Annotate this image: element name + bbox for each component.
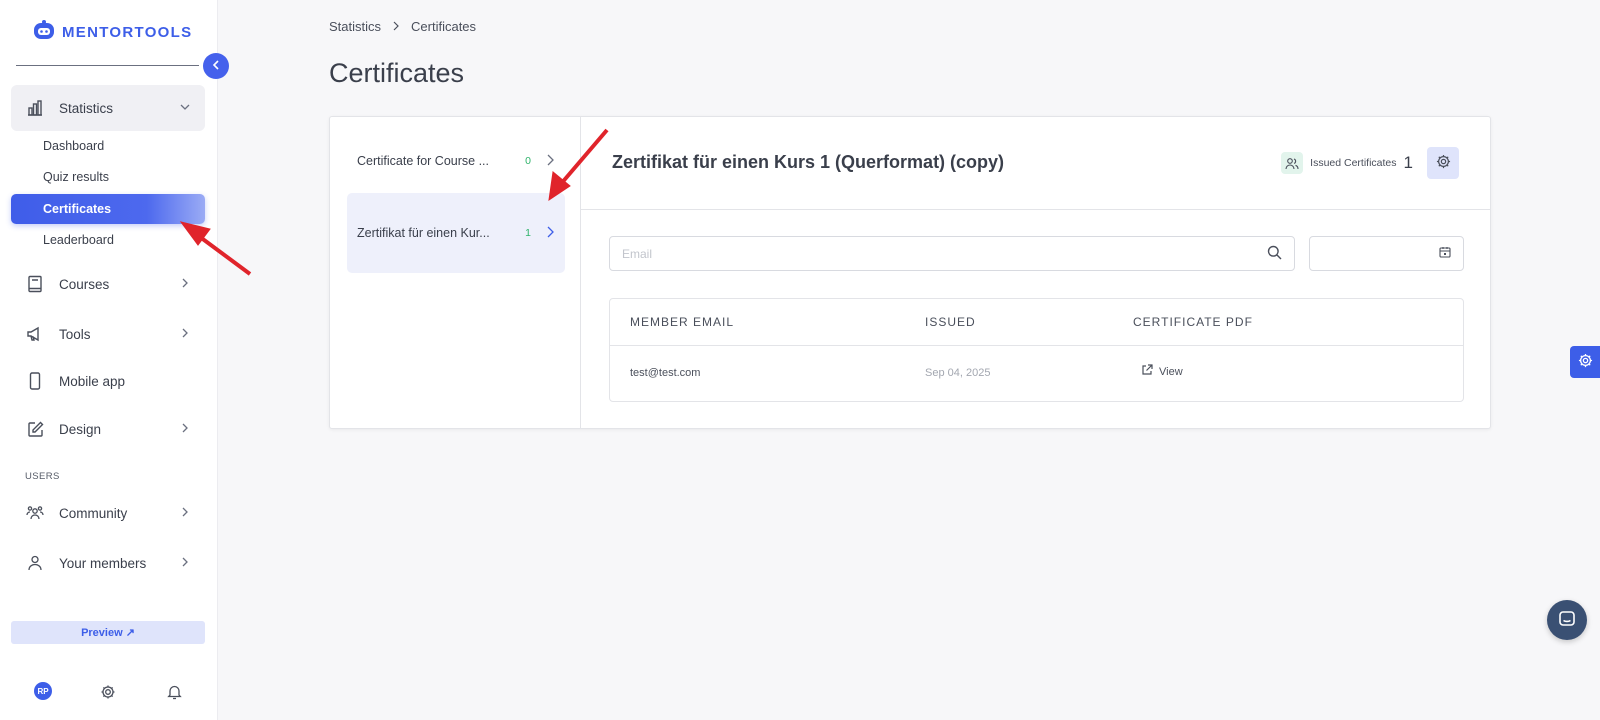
breadcrumb: Statistics Certificates: [329, 19, 476, 34]
certificate-name: Zertifikat für einen Kur...: [357, 226, 490, 240]
settings-gear-icon[interactable]: [98, 682, 118, 702]
user-icon: [25, 553, 45, 573]
certificate-name: Certificate for Course ...: [357, 154, 489, 168]
issued-certificates-count: 1: [1403, 153, 1413, 172]
issued-date-cell: Sep 04, 2025: [925, 367, 991, 379]
calendar-icon: [1439, 246, 1451, 261]
column-header-member-email: MEMBER EMAIL: [630, 315, 735, 329]
certificate-list-item[interactable]: Certificate for Course ... 0: [347, 121, 565, 201]
preview-button[interactable]: Preview ↗: [11, 621, 205, 644]
chevron-right-icon: [391, 19, 401, 34]
sidebar-footer: RP: [0, 682, 218, 706]
email-search-field[interactable]: [609, 236, 1295, 271]
sidebar-item-quiz-results[interactable]: Quiz results: [11, 162, 205, 192]
smartphone-icon: [25, 371, 45, 391]
member-email-cell: test@test.com: [630, 367, 701, 379]
chevron-right-icon: [179, 422, 191, 437]
sidebar-item-leaderboard[interactable]: Leaderboard: [11, 225, 205, 255]
chevron-left-icon: [210, 59, 222, 74]
table-header-row: MEMBER EMAIL ISSUED CERTIFICATE PDF: [610, 299, 1463, 346]
bell-icon[interactable]: [164, 682, 184, 702]
sidebar: MENTORTOOLS Statistics Dashboard Quiz re…: [0, 0, 218, 720]
view-pdf-link[interactable]: View: [1141, 364, 1183, 379]
date-filter-input[interactable]: [1309, 236, 1464, 271]
issued-certificates-stat: Issued Certificates 1: [1281, 147, 1459, 179]
sidebar-group-tools[interactable]: Tools: [11, 311, 205, 357]
sidebar-group-label: Your members: [59, 555, 147, 571]
external-link-icon: [1141, 364, 1153, 379]
page-title: Certificates: [329, 58, 465, 88]
floating-settings-button[interactable]: [1570, 346, 1600, 378]
gear-icon: [1436, 154, 1451, 172]
sidebar-group-statistics[interactable]: Statistics: [11, 85, 205, 131]
sidebar-group-label: Statistics: [59, 100, 114, 116]
sidebar-item-certificates[interactable]: Certificates: [11, 194, 205, 224]
sidebar-group-design[interactable]: Design: [11, 406, 205, 452]
certificate-list: Certificate for Course ... 0 Zertifikat …: [330, 117, 581, 428]
sidebar-group-community[interactable]: Community: [11, 490, 205, 536]
issued-certificates-label: Issued Certificates: [1310, 157, 1397, 169]
megaphone-icon: [25, 324, 45, 344]
brand-name: MENTORTOOLS: [62, 24, 193, 41]
book-icon: [25, 274, 45, 294]
sidebar-divider: [16, 65, 199, 66]
brand-logo[interactable]: MENTORTOOLS: [32, 19, 192, 46]
column-header-issued: ISSUED: [925, 315, 976, 329]
sidebar-group-courses[interactable]: Courses: [11, 261, 205, 307]
certificate-title: Zertifikat für einen Kurs 1 (Querformat)…: [612, 152, 1005, 172]
column-header-certificate-pdf: CERTIFICATE PDF: [1133, 315, 1253, 329]
sidebar-group-label: Design: [59, 421, 102, 437]
chevron-right-icon: [179, 506, 191, 521]
certificate-list-item-selected[interactable]: Zertifikat für einen Kur... 1: [347, 193, 565, 273]
chevron-right-icon: [545, 226, 555, 241]
users-icon: [1281, 152, 1304, 174]
sidebar-group-label: Courses: [59, 276, 110, 292]
chevron-right-icon: [179, 327, 191, 342]
chevron-down-icon: [179, 101, 191, 116]
users-section-label: USERS: [25, 471, 60, 482]
sidebar-group-label: Mobile app: [59, 373, 126, 389]
issued-certificates-table: MEMBER EMAIL ISSUED CERTIFICATE PDF test…: [609, 298, 1464, 402]
certificate-detail-header: Zertifikat für einen Kurs 1 (Querformat)…: [581, 117, 1490, 210]
sidebar-group-your-members[interactable]: Your members: [11, 540, 205, 586]
chevron-right-icon: [179, 277, 191, 292]
chat-launcher-button[interactable]: [1547, 600, 1587, 640]
sidebar-group-label: Tools: [59, 326, 91, 342]
gear-icon: [1578, 353, 1593, 371]
certificate-count: 1: [525, 227, 531, 239]
breadcrumb-item-statistics[interactable]: Statistics: [329, 19, 381, 34]
breadcrumb-item-certificates: Certificates: [411, 19, 477, 34]
sidebar-item-dashboard[interactable]: Dashboard: [11, 131, 205, 161]
main-content: Statistics Certificates Certificates Cer…: [218, 0, 1600, 720]
view-pdf-label: View: [1159, 365, 1183, 378]
chevron-right-icon: [179, 556, 191, 571]
search-icon[interactable]: [1267, 245, 1282, 263]
certificate-settings-button[interactable]: [1427, 147, 1459, 179]
chevron-right-icon: [545, 154, 555, 169]
bar-chart-icon: [25, 98, 45, 118]
certificates-card: Certificate for Course ... 0 Zertifikat …: [329, 116, 1491, 429]
sidebar-group-label: Community: [59, 505, 128, 521]
certificate-count: 0: [525, 155, 531, 167]
avatar[interactable]: RP: [34, 682, 52, 700]
chat-icon: [1558, 610, 1576, 631]
people-group-icon: [25, 503, 45, 523]
pencil-square-icon: [25, 419, 45, 439]
email-search-input[interactable]: [622, 246, 1267, 261]
sidebar-group-mobile-app[interactable]: Mobile app: [11, 358, 205, 404]
robot-logo-icon: [32, 19, 56, 46]
collapse-sidebar-button[interactable]: [203, 53, 229, 79]
